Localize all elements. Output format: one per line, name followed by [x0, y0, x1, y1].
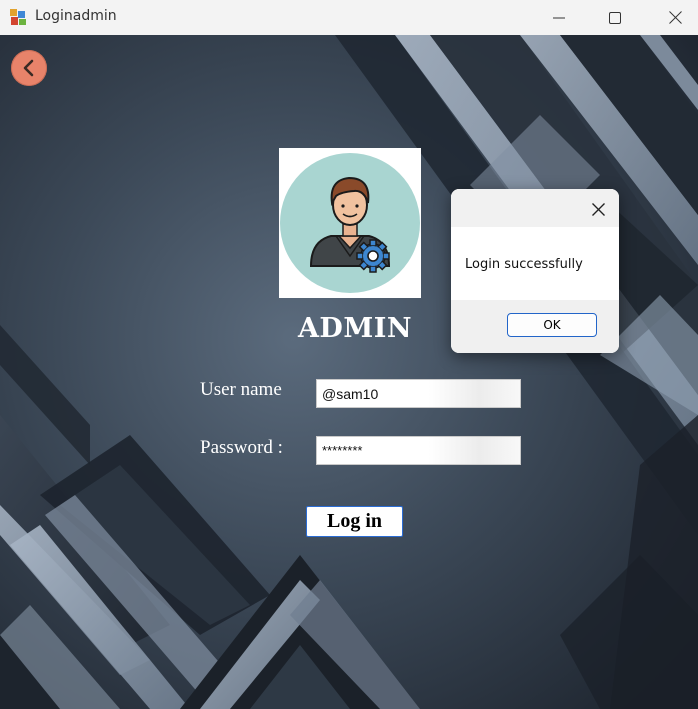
app-icon	[10, 9, 26, 25]
background-pattern	[0, 35, 698, 709]
maximize-button[interactable]	[592, 0, 638, 35]
client-area: ADMIN User name Password : Log in	[0, 35, 698, 709]
username-label: User name	[200, 379, 282, 400]
username-input[interactable]	[316, 379, 521, 408]
close-icon	[591, 202, 605, 216]
close-icon	[668, 11, 682, 24]
avatar-frame	[279, 148, 421, 298]
close-window-button[interactable]	[652, 0, 698, 35]
back-arrow-icon	[23, 59, 34, 77]
dialog-footer: OK	[451, 300, 619, 353]
minimize-icon	[553, 17, 565, 18]
login-button[interactable]: Log in	[306, 506, 403, 537]
page-title: ADMIN	[297, 313, 413, 344]
window-title: Loginadmin	[35, 8, 117, 24]
back-button[interactable]	[11, 50, 47, 86]
title-bar: Loginadmin	[0, 0, 698, 35]
password-input[interactable]	[316, 436, 521, 465]
admin-avatar-gear-icon	[280, 153, 420, 293]
dialog-message: Login successfully	[465, 257, 583, 272]
ok-button[interactable]: OK	[507, 313, 597, 337]
dialog-close-button[interactable]	[582, 193, 614, 225]
dialog-title-bar	[451, 189, 619, 227]
app-window: Loginadmin ADMIN User name @sam10 Passwo…	[0, 0, 698, 709]
maximize-icon	[609, 11, 621, 24]
minimize-button[interactable]	[536, 0, 582, 35]
password-label: Password :	[200, 437, 283, 458]
message-dialog: Login successfully OK	[451, 189, 619, 353]
